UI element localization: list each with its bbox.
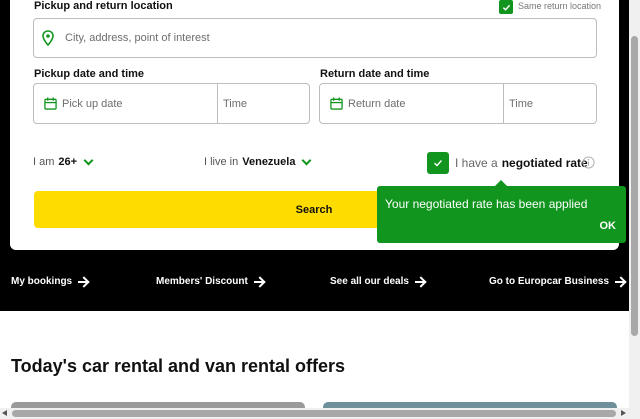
return-date-placeholder: Return date <box>348 97 406 110</box>
return-time-input[interactable]: Time <box>503 84 596 123</box>
tooltip-ok-button[interactable]: OK <box>600 220 617 232</box>
age-value: 26+ <box>58 156 78 168</box>
arrow-right-icon <box>78 277 88 287</box>
field-divider <box>217 84 218 123</box>
horizontal-scroll-thumb[interactable] <box>12 410 616 417</box>
check-icon <box>434 160 443 167</box>
return-label: Return date and time <box>320 68 430 80</box>
check-icon <box>502 4 510 11</box>
vertical-scroll-thumb[interactable] <box>631 36 638 336</box>
return-date-input[interactable]: Return date <box>320 84 503 123</box>
chevron-down-icon <box>302 155 312 165</box>
arrow-right-icon <box>414 277 425 287</box>
pickup-time-input[interactable]: Time <box>217 84 309 123</box>
arrow-right-icon <box>615 277 625 287</box>
location-pin-icon <box>42 30 54 46</box>
chevron-down-icon <box>83 155 94 165</box>
pickup-label: Pickup date and time <box>34 68 145 80</box>
nav-link-business[interactable]: Go to Europcar Business <box>489 276 625 287</box>
location-label: Pickup and return location <box>34 0 173 12</box>
arrow-right-icon <box>253 277 264 287</box>
residence-value: Venezuela <box>242 156 296 168</box>
negotiated-rate-checkbox[interactable] <box>427 152 449 174</box>
return-datetime-field: Return date Time <box>319 83 597 124</box>
nav-link-deals[interactable]: See all our deals <box>330 276 425 287</box>
nav-link-label: See all our deals <box>330 276 409 287</box>
pickup-time-placeholder: Time <box>223 97 248 110</box>
horizontal-scrollbar[interactable] <box>0 408 640 419</box>
calendar-icon <box>44 97 57 110</box>
nav-link-label: Go to Europcar Business <box>489 276 610 287</box>
tooltip-message: Your negotiated rate has been applied <box>385 197 588 211</box>
nav-link-my-bookings[interactable]: My bookings <box>11 276 88 287</box>
age-selector[interactable]: I am 26+ <box>33 155 94 168</box>
location-input[interactable]: City, address, point of interest <box>33 18 597 58</box>
negotiated-prefix: I have a <box>455 156 498 170</box>
residence-selector[interactable]: I live in Venezuela <box>204 155 312 168</box>
info-icon[interactable] <box>582 156 595 169</box>
nav-link-members-discount[interactable]: Members' Discount <box>156 276 264 287</box>
same-return-label: Same return location <box>518 1 602 11</box>
residence-prefix: I live in <box>204 156 239 168</box>
location-placeholder: City, address, point of interest <box>65 32 210 44</box>
pickup-date-input[interactable]: Pick up date <box>34 84 217 123</box>
nav-link-label: Members' Discount <box>156 276 248 287</box>
pickup-datetime-field: Pick up date Time <box>33 83 310 124</box>
return-time-placeholder: Time <box>509 97 534 110</box>
scroll-right-icon[interactable] <box>621 410 626 416</box>
field-divider <box>503 84 504 123</box>
calendar-icon <box>330 97 343 110</box>
nav-link-label: My bookings <box>11 276 73 287</box>
same-return-checkbox[interactable] <box>499 0 513 14</box>
negotiated-rate-tooltip: Your negotiated rate has been applied OK <box>377 186 626 243</box>
offers-section: Today's car rental and van rental offers <box>0 311 629 419</box>
pickup-date-placeholder: Pick up date <box>62 97 123 110</box>
vertical-scrollbar[interactable] <box>629 0 640 408</box>
offers-title: Today's car rental and van rental offers <box>11 356 346 376</box>
scroll-left-icon[interactable] <box>2 410 7 416</box>
negotiated-rate-label: I have a negotiated rate <box>455 156 588 170</box>
age-prefix: I am <box>33 156 55 168</box>
negotiated-bold: negotiated rate <box>501 156 588 170</box>
